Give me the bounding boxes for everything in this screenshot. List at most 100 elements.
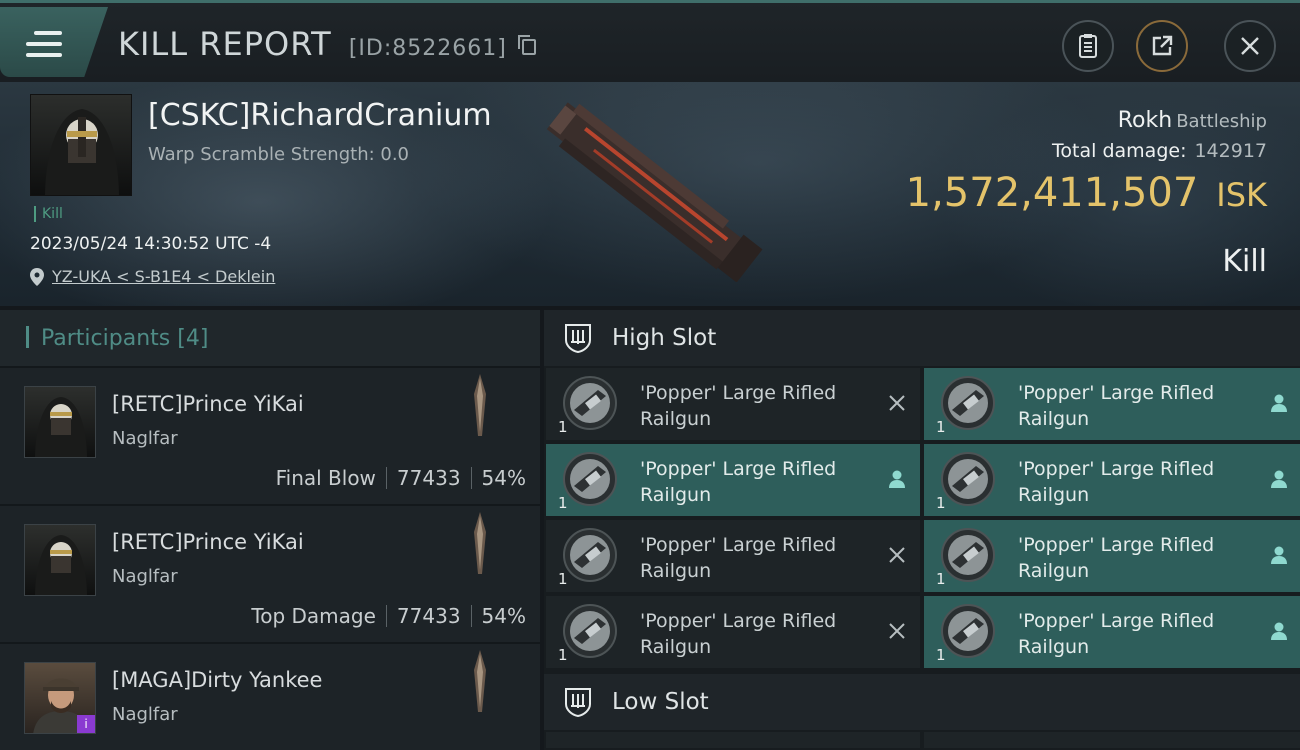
destroyed-x-icon xyxy=(889,395,905,411)
participant-percent: 54% xyxy=(481,604,526,628)
module-name: 'Popper' Large Rifled Railgun xyxy=(640,534,837,582)
dropped-person-icon xyxy=(1271,546,1287,564)
dropped-person-icon xyxy=(1271,394,1287,412)
hamburger-menu-icon[interactable] xyxy=(26,31,62,57)
weapon-icon xyxy=(474,374,486,436)
module-name: 'Popper' Large Rifled Railgun xyxy=(1018,610,1215,658)
participant-damage: 77433 xyxy=(396,604,461,628)
module-quantity: 1 xyxy=(558,418,568,436)
railgun-icon xyxy=(941,452,995,506)
railgun-icon xyxy=(941,604,995,658)
low-slot-header: Low Slot xyxy=(544,674,1300,730)
participant-name[interactable]: [MAGA]Dirty Yankee xyxy=(112,668,322,692)
participants-panel: Participants [4] [RETC]Prince YiKai Nagl… xyxy=(0,310,540,750)
ship-type: Rokh Battleship xyxy=(1118,108,1267,133)
participant-avatar[interactable] xyxy=(24,386,96,458)
top-bar: KILL REPORT [ID:8522661] xyxy=(0,0,1300,82)
info-badge: i xyxy=(77,715,95,733)
module-quantity: 1 xyxy=(558,494,568,512)
title-text: KILL REPORT xyxy=(118,25,332,63)
victim-avatar[interactable] xyxy=(30,94,132,196)
module-item[interactable]: 1 'Popper' Large Rifled Railgun xyxy=(924,444,1300,516)
module-name: 'Popper' Large Rifled Railgun xyxy=(640,458,837,506)
participant-stats: Final Blow 77433 54% xyxy=(276,466,526,490)
fitting-panel: High Slot 1 'Popper' Large Rifled Railgun… xyxy=(544,310,1300,750)
result-label: Kill xyxy=(1222,244,1267,279)
destroyed-x-icon xyxy=(889,623,905,639)
module-name: 'Popper' Large Rifled Railgun xyxy=(640,382,837,430)
participant-damage: 77433 xyxy=(396,466,461,490)
module-quantity: 1 xyxy=(558,570,568,588)
ship-class: Battleship xyxy=(1176,111,1267,132)
module-quantity: 1 xyxy=(936,418,946,436)
share-button[interactable] xyxy=(1136,20,1188,72)
module-item[interactable]: 1 'Popper' Large Rifled Railgun xyxy=(924,596,1300,668)
kill-datetime: 2023/05/24 14:30:52 UTC -4 xyxy=(30,234,272,254)
clipboard-icon xyxy=(1079,34,1097,58)
participant-row[interactable]: i [MAGA]Dirty Yankee Naglfar xyxy=(0,644,540,750)
participant-ship: Naglfar xyxy=(112,428,178,449)
copy-icon[interactable] xyxy=(517,35,536,55)
module-quantity: 1 xyxy=(936,494,946,512)
module-quantity: 1 xyxy=(936,646,946,664)
module-name: 'Popper' Large Rifled Railgun xyxy=(1018,534,1215,582)
page-title: KILL REPORT [ID:8522661] xyxy=(118,25,536,63)
menu-button[interactable] xyxy=(0,7,108,77)
ship-name: Rokh xyxy=(1117,108,1173,133)
close-button[interactable] xyxy=(1224,20,1276,72)
participant-role: Final Blow xyxy=(275,466,376,490)
clipboard-button[interactable] xyxy=(1062,20,1114,72)
low-slot-label: Low Slot xyxy=(612,689,709,715)
module-quantity: 1 xyxy=(558,646,568,664)
kill-location-link[interactable]: YZ-UKA < S-B1E4 < Deklein xyxy=(30,267,275,286)
module-item[interactable]: 1 'Popper' Large Rifled Railgun xyxy=(546,368,920,440)
high-slot-modules: 1 'Popper' Large Rifled Railgun 1 'Popper' … xyxy=(544,366,1300,672)
railgun-icon xyxy=(941,528,995,582)
victim-name[interactable]: [CSKC]RichardCranium xyxy=(148,98,492,133)
ship-image xyxy=(546,102,763,282)
participant-row[interactable]: [RETC]Prince YiKai Naglfar Top Damage 774… xyxy=(0,506,540,644)
high-slot-header: High Slot xyxy=(544,310,1300,366)
high-slot-label: High Slot xyxy=(612,325,717,351)
railgun-icon xyxy=(563,528,617,582)
participant-percent: 54% xyxy=(481,466,526,490)
weapon-icon xyxy=(474,512,486,574)
railgun-icon xyxy=(941,376,995,430)
participants-label: Participants xyxy=(41,326,171,351)
weapon-icon xyxy=(474,650,486,712)
location-pin-icon xyxy=(30,267,44,286)
dropped-person-icon xyxy=(1271,470,1287,488)
module-name: 'Popper' Large Rifled Railgun xyxy=(1018,458,1215,506)
participant-name[interactable]: [RETC]Prince YiKai xyxy=(112,530,304,554)
report-id: [ID:8522661] xyxy=(348,36,507,61)
module-slot[interactable] xyxy=(546,732,920,748)
share-icon xyxy=(1152,35,1173,56)
participant-avatar[interactable]: i xyxy=(24,662,96,734)
participants-header[interactable]: Participants [4] xyxy=(0,310,540,368)
participant-name[interactable]: [RETC]Prince YiKai xyxy=(112,392,304,416)
module-item[interactable]: 1 'Popper' Large Rifled Railgun xyxy=(546,596,920,668)
module-quantity: 1 xyxy=(936,570,946,588)
participant-ship: Naglfar xyxy=(112,704,178,725)
railgun-icon xyxy=(563,452,617,506)
module-item[interactable]: 1 'Popper' Large Rifled Railgun xyxy=(924,520,1300,592)
module-item[interactable]: 1 'Popper' Large Rifled Railgun xyxy=(546,520,920,592)
participant-stats: Top Damage 77433 54% xyxy=(251,604,526,628)
participant-row[interactable]: [RETC]Prince YiKai Naglfar Final Blow 774… xyxy=(0,368,540,506)
isk-unit: ISK xyxy=(1216,176,1267,214)
module-item[interactable]: 1 'Popper' Large Rifled Railgun xyxy=(546,444,920,516)
participant-ship: Naglfar xyxy=(112,566,178,587)
module-item[interactable]: 1 'Popper' Large Rifled Railgun xyxy=(924,368,1300,440)
high-slot-icon xyxy=(565,324,591,354)
module-slot[interactable] xyxy=(924,732,1300,748)
location-text: YZ-UKA < S-B1E4 < Deklein xyxy=(52,267,276,286)
participant-avatar[interactable] xyxy=(24,524,96,596)
close-icon xyxy=(1241,37,1259,55)
railgun-icon xyxy=(563,376,617,430)
low-slot-modules xyxy=(544,730,1300,750)
low-slot-icon xyxy=(565,688,591,718)
isk-value: 1,572,411,507 ISK xyxy=(906,170,1267,216)
module-name: 'Popper' Large Rifled Railgun xyxy=(1018,382,1215,430)
warp-scramble-strength: Warp Scramble Strength: 0.0 xyxy=(148,144,410,165)
railgun-icon xyxy=(563,604,617,658)
